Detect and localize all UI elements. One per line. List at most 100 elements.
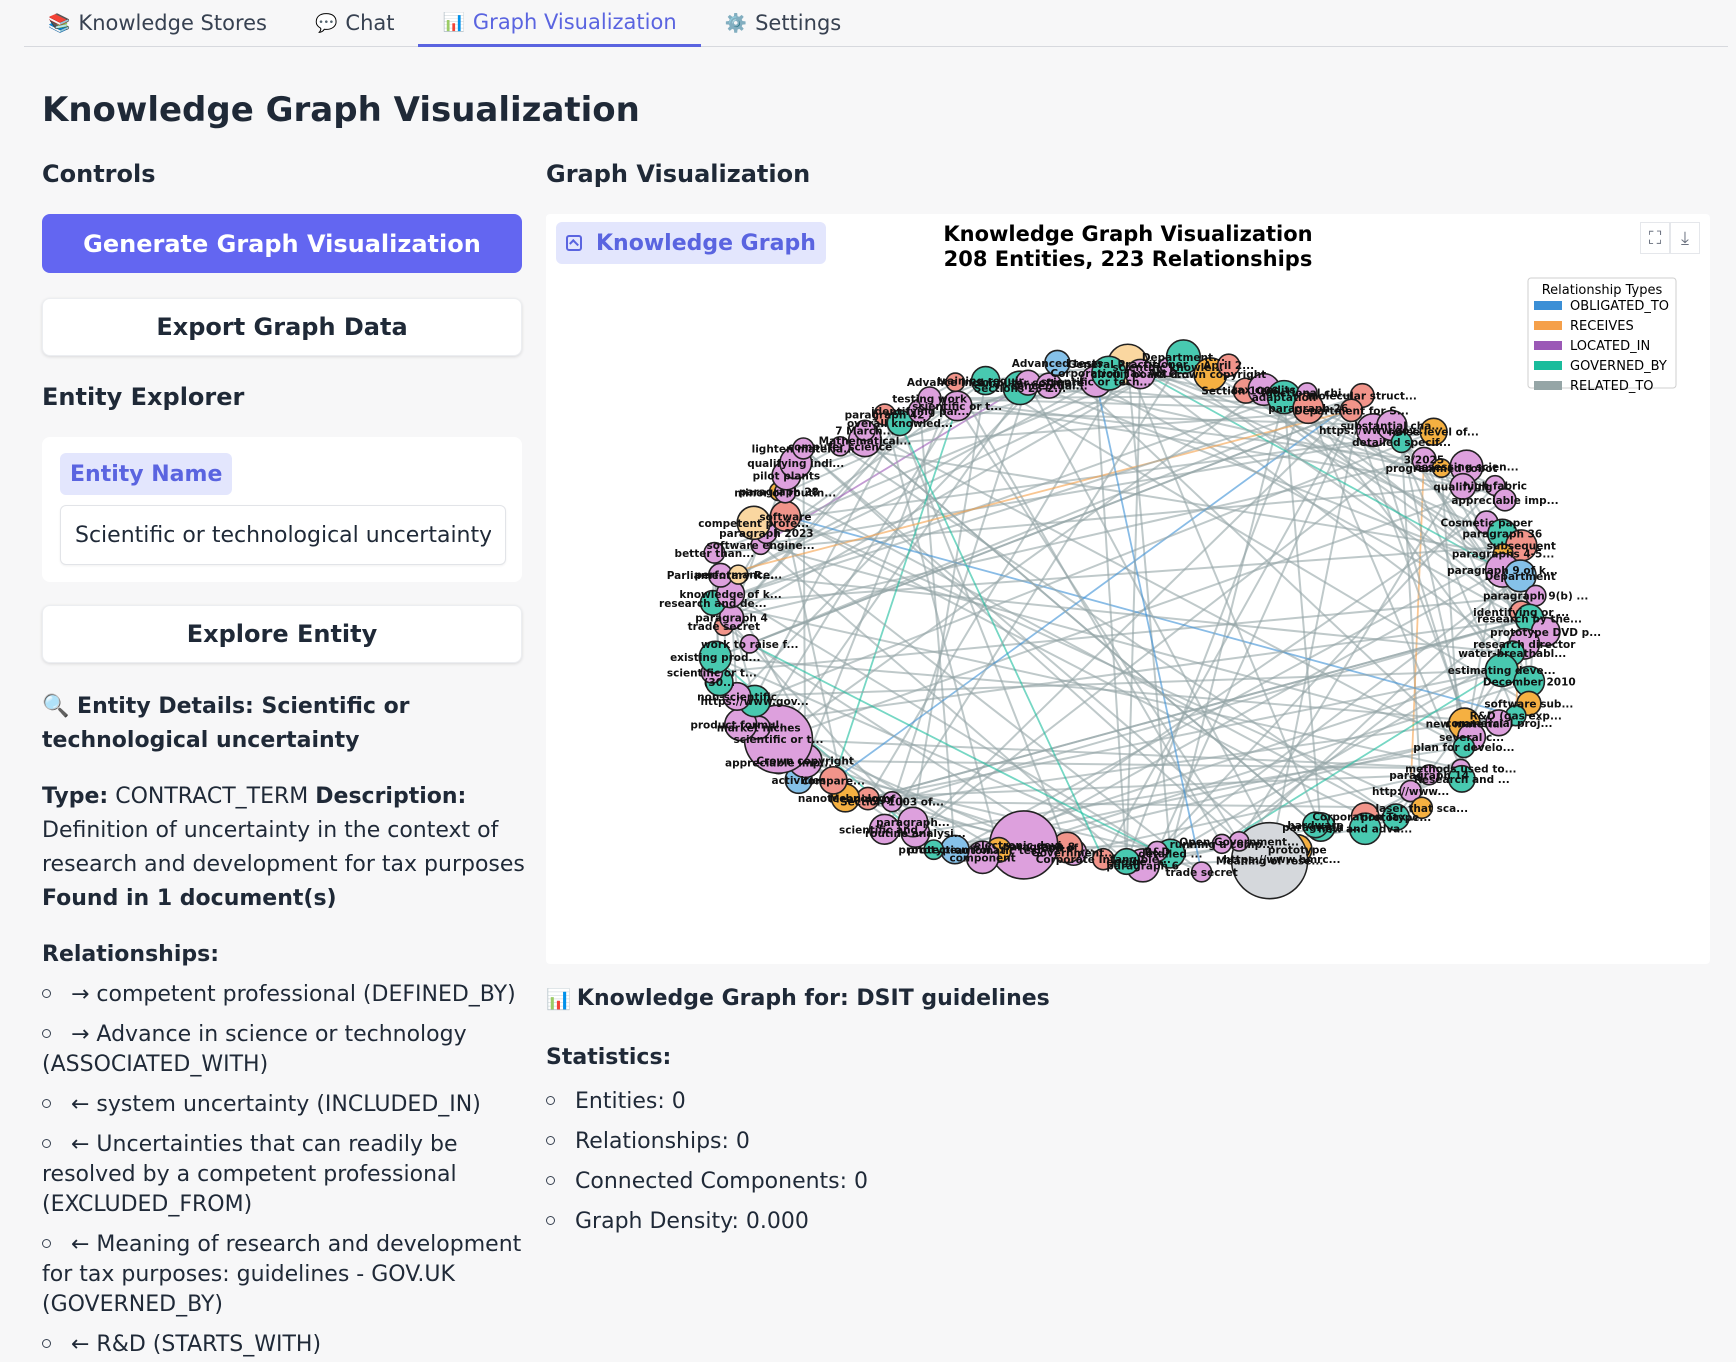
node-label: existing prod...: [670, 652, 760, 664]
chart-subtitle: 208 Entities, 223 Relationships: [944, 247, 1313, 271]
node-label: activities: [771, 775, 825, 787]
entity-details-heading: 🔍 Entity Details: Scientific or technolo…: [42, 694, 410, 753]
legend-swatch: [1534, 361, 1562, 370]
node-label: Department for S...: [1294, 405, 1409, 417]
list-item: Relationships: 0: [546, 1128, 1246, 1156]
stat-text: Graph Density: 0.000: [575, 1209, 809, 1234]
node-label: knowledge of k...: [679, 589, 781, 601]
controls-heading: Controls: [42, 160, 156, 188]
node-label: paragraph 14: [1389, 770, 1469, 782]
node-label: paragraph 36: [1462, 529, 1542, 541]
books-icon: 📚: [48, 12, 71, 34]
node-label: nanotechnology: [798, 793, 893, 805]
node-label: work to raise f...: [701, 639, 798, 651]
tab-chat[interactable]: 💬 Chat: [291, 0, 419, 46]
list-item: → competent professional (DEFINED_BY): [42, 980, 532, 1010]
tab-graph-visualization[interactable]: 📊 Graph Visualization: [418, 0, 701, 47]
bar-chart-icon: 📊: [546, 986, 571, 1011]
list-item: Connected Components: 0: [546, 1168, 1246, 1196]
legend-swatch: [1534, 321, 1562, 330]
knowledge-graph-chart: Knowledge Graph Visualization 208 Entiti…: [659, 222, 1677, 900]
generate-graph-button[interactable]: Generate Graph Visualization: [42, 214, 522, 273]
bullet-icon: [42, 1098, 51, 1108]
chart-title: Knowledge Graph Visualization: [943, 222, 1312, 246]
legend-label: RECEIVES: [1570, 319, 1634, 334]
legend-title: Relationship Types: [1542, 283, 1663, 298]
export-graph-button[interactable]: Export Graph Data: [42, 298, 522, 356]
legend-swatch: [1534, 381, 1562, 390]
bullet-icon: [546, 1175, 555, 1185]
node-label: April 2...: [1203, 360, 1254, 372]
description-label: Description:: [315, 784, 467, 809]
relationship-text: ← Uncertainties that can readily be reso…: [42, 1132, 458, 1217]
tab-label: Knowledge Stores: [78, 11, 267, 35]
stat-text: Connected Components: 0: [575, 1169, 869, 1194]
node-label: performance...: [694, 570, 782, 582]
node-label: paragraph 4: [695, 612, 768, 624]
node-label: research by the...: [1477, 613, 1582, 625]
node-label: software engine...: [707, 540, 815, 552]
list-item: ← Uncertainties that can readily be reso…: [42, 1130, 532, 1220]
bullet-icon: [42, 1238, 51, 1248]
bullet-icon: [42, 1138, 51, 1148]
node-label: prototype DVD p...: [1490, 627, 1601, 639]
speech-bubble-icon: 💬: [314, 12, 338, 34]
stats-section: 📊 Knowledge Graph for: DSIT guidelines S…: [546, 986, 1246, 1248]
node-label: http://www...: [1372, 786, 1449, 798]
entity-details-body: Type: CONTRACT_TERM Description: Definit…: [42, 780, 532, 916]
relationship-text: → competent professional (DEFINED_BY): [71, 982, 516, 1007]
graph-visualization-heading: Graph Visualization: [546, 160, 811, 188]
node-label: molecular struct...: [1308, 391, 1417, 403]
graph-edge: [1125, 374, 1142, 862]
bullet-icon: [42, 1028, 51, 1038]
node-label: software: [759, 511, 811, 523]
relationship-text: ← system uncertainty (INCLUDED_IN): [71, 1092, 481, 1117]
node-label: paragraphs 4-5...: [1452, 549, 1554, 561]
entity-name-input[interactable]: [60, 505, 506, 565]
node-label: plan for develo...: [1413, 742, 1514, 754]
entity-name-label: Entity Name: [60, 453, 233, 495]
kg-for-text: Knowledge Graph for: DSIT guidelines: [576, 986, 1050, 1011]
list-item: ← system uncertainty (INCLUDED_IN): [42, 1090, 532, 1120]
legend-swatch: [1534, 301, 1562, 310]
tab-label: Graph Visualization: [472, 10, 677, 34]
statistics-heading: Statistics:: [546, 1045, 672, 1070]
node-label: scientific or t...: [667, 667, 757, 679]
node-label: Department: [1485, 571, 1556, 583]
node-label: overall knowled...: [847, 418, 953, 430]
tab-settings[interactable]: ⚙️ Settings: [701, 0, 866, 46]
gear-icon: ⚙️: [724, 12, 748, 34]
statistics-list: Entities: 0 Relationships: 0 Connected C…: [546, 1088, 1246, 1236]
tab-label: Chat: [345, 11, 395, 35]
node-label: hardware: [1287, 820, 1343, 832]
node-label: pilot plants: [753, 470, 821, 482]
node-label: scientific or t...: [912, 401, 1002, 413]
node-label: product formul...: [690, 720, 791, 732]
explore-entity-button[interactable]: Explore Entity: [42, 605, 522, 663]
relationship-text: ← R&D (STARTS_WITH): [71, 1332, 322, 1357]
node-label: qualifying indi...: [747, 458, 844, 470]
tab-knowledge-stores[interactable]: 📚 Knowledge Stores: [24, 0, 291, 46]
description-value: Definition of uncertainty in the context…: [42, 818, 525, 877]
found-in-text: Found in 1 document(s): [42, 886, 337, 911]
legend-label: RELATED_TO: [1570, 379, 1654, 394]
node-label: scientific or t...: [733, 734, 823, 746]
list-item: Entities: 0: [546, 1088, 1246, 1116]
bullet-icon: [42, 1338, 51, 1348]
node-label: assessing scien...: [1414, 461, 1518, 473]
node-label: appreciable imp...: [1451, 495, 1558, 507]
relationship-text: ← Meaning of research and development fo…: [42, 1232, 522, 1317]
node-label: appreciable imp...: [725, 758, 832, 770]
legend-label: OBLIGATED_TO: [1570, 299, 1669, 314]
relationships-heading: Relationships:: [42, 942, 220, 967]
entity-details: 🔍 Entity Details: Scientific or technolo…: [42, 690, 532, 1362]
legend-label: GOVERNED_BY: [1570, 359, 1667, 374]
list-item: ← R&D (STARTS_WITH): [42, 1330, 532, 1360]
node-label: estimating deve...: [1448, 665, 1556, 677]
type-label: Type:: [42, 784, 109, 809]
list-item: Graph Density: 0.000: [546, 1208, 1246, 1236]
node-label: water-breathabl...: [1458, 648, 1566, 660]
relationships-list: → competent professional (DEFINED_BY) → …: [42, 980, 532, 1360]
relationship-text: → Advance in science or technology (ASSO…: [42, 1022, 467, 1077]
tab-bar: 📚 Knowledge Stores 💬 Chat 📊 Graph Visual…: [24, 0, 1728, 47]
